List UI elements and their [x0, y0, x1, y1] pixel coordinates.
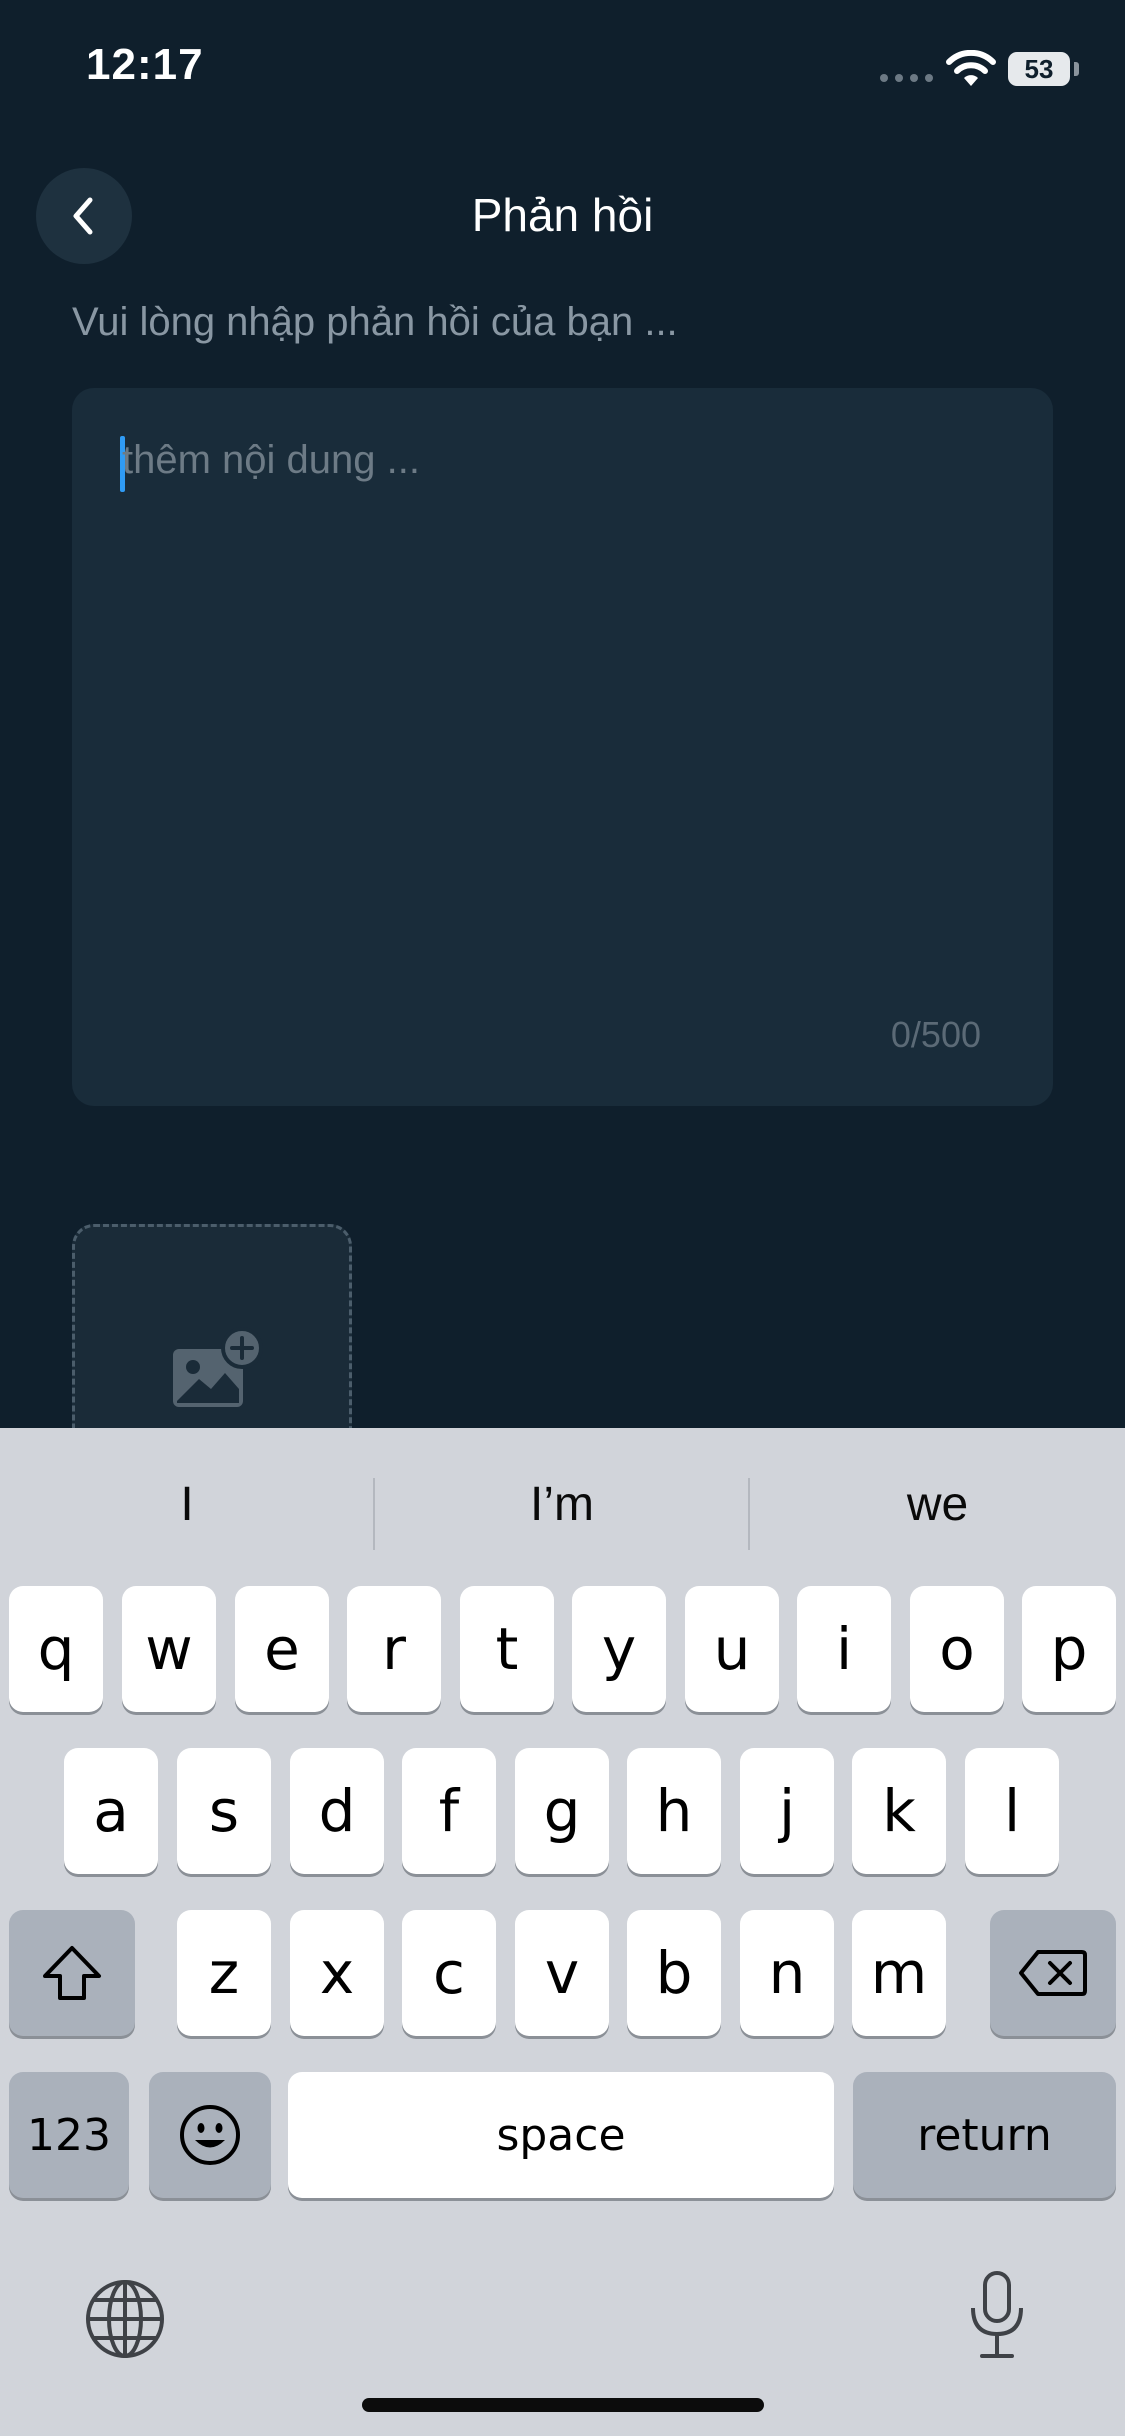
page-title: Phản hồi — [471, 189, 654, 241]
key-label: j — [778, 1777, 796, 1845]
onscreen-keyboard: I I’m we q w e r t y u i o p a s d f g h… — [0, 1428, 1125, 2436]
key-o[interactable]: o — [910, 1586, 1004, 1712]
add-image-icon — [173, 1327, 263, 1407]
key-label: r — [382, 1615, 406, 1683]
key-label: p — [1050, 1615, 1088, 1683]
key-a[interactable]: a — [64, 1748, 158, 1874]
key-s[interactable]: s — [177, 1748, 271, 1874]
backspace-key[interactable] — [990, 1910, 1116, 2036]
emoji-key[interactable] — [149, 2072, 271, 2198]
globe-icon[interactable] — [84, 2278, 166, 2360]
key-n[interactable]: n — [740, 1910, 834, 2036]
key-v[interactable]: v — [515, 1910, 609, 2036]
key-label: m — [870, 1939, 928, 2007]
key-j[interactable]: j — [740, 1748, 834, 1874]
shift-icon — [43, 1946, 101, 2000]
key-r[interactable]: r — [347, 1586, 441, 1712]
key-label: a — [93, 1777, 129, 1845]
key-e[interactable]: e — [235, 1586, 329, 1712]
key-z[interactable]: z — [177, 1910, 271, 2036]
key-t[interactable]: t — [460, 1586, 554, 1712]
space-key[interactable]: space — [288, 2072, 834, 2198]
key-label: t — [495, 1615, 519, 1683]
key-label: g — [543, 1777, 581, 1845]
numbers-key[interactable]: 123 — [9, 2072, 129, 2198]
key-label: q — [37, 1615, 75, 1683]
character-counter: 0/500 — [890, 1014, 981, 1055]
key-q[interactable]: q — [9, 1586, 103, 1712]
key-label: d — [318, 1777, 356, 1845]
key-label: n — [768, 1939, 806, 2007]
emoji-icon — [180, 2105, 240, 2165]
key-h[interactable]: h — [627, 1748, 721, 1874]
key-label: w — [145, 1615, 193, 1683]
key-label: h — [655, 1777, 693, 1845]
feedback-placeholder: thêm nội dung ... — [122, 438, 420, 482]
key-label: c — [433, 1939, 465, 2007]
key-k[interactable]: k — [852, 1748, 946, 1874]
feedback-textarea[interactable]: thêm nội dung ... 0/500 — [72, 388, 1053, 1106]
suggestion-3[interactable]: we — [750, 1428, 1125, 1582]
key-f[interactable]: f — [402, 1748, 496, 1874]
key-label: f — [438, 1777, 460, 1845]
cellular-signal-icon — [880, 74, 933, 82]
microphone-icon[interactable] — [966, 2270, 1028, 2360]
home-indicator[interactable] — [362, 2398, 764, 2412]
suggestion-2[interactable]: I’m — [375, 1428, 749, 1582]
key-label: y — [601, 1615, 637, 1683]
key-y[interactable]: y — [572, 1586, 666, 1712]
battery-level: 53 — [1024, 54, 1054, 84]
key-label: l — [1003, 1777, 1021, 1845]
key-p[interactable]: p — [1022, 1586, 1116, 1712]
key-label: o — [939, 1615, 975, 1683]
key-label: s — [208, 1777, 240, 1845]
battery-icon: 53 — [1008, 52, 1070, 86]
key-label: return — [917, 2109, 1052, 2161]
key-label: u — [713, 1615, 751, 1683]
key-label: b — [655, 1939, 693, 2007]
key-label: k — [882, 1777, 916, 1845]
status-bar: 12:17 53 — [0, 0, 1125, 140]
suggestion-bar: I I’m we — [0, 1428, 1125, 1582]
key-label: e — [264, 1615, 300, 1683]
key-u[interactable]: u — [685, 1586, 779, 1712]
battery-nub — [1074, 62, 1079, 76]
key-label: 123 — [27, 2109, 111, 2161]
feedback-prompt: Vui lòng nhập phản hồi của bạn ... — [72, 300, 678, 344]
suggestion-1[interactable]: I — [0, 1428, 374, 1582]
return-key[interactable]: return — [853, 2072, 1116, 2198]
shift-key[interactable] — [9, 1910, 135, 2036]
key-b[interactable]: b — [627, 1910, 721, 2036]
wifi-icon — [946, 50, 996, 86]
key-m[interactable]: m — [852, 1910, 946, 2036]
key-l[interactable]: l — [965, 1748, 1059, 1874]
backspace-icon — [1019, 1950, 1087, 1996]
key-c[interactable]: c — [402, 1910, 496, 2036]
key-i[interactable]: i — [797, 1586, 891, 1712]
key-label: x — [319, 1939, 355, 2007]
key-label: v — [544, 1939, 580, 2007]
key-w[interactable]: w — [122, 1586, 216, 1712]
key-g[interactable]: g — [515, 1748, 609, 1874]
key-label: space — [496, 2109, 626, 2161]
key-d[interactable]: d — [290, 1748, 384, 1874]
key-label: z — [208, 1939, 240, 2007]
key-x[interactable]: x — [290, 1910, 384, 2036]
status-time: 12:17 — [86, 40, 204, 89]
key-label: i — [835, 1615, 853, 1683]
